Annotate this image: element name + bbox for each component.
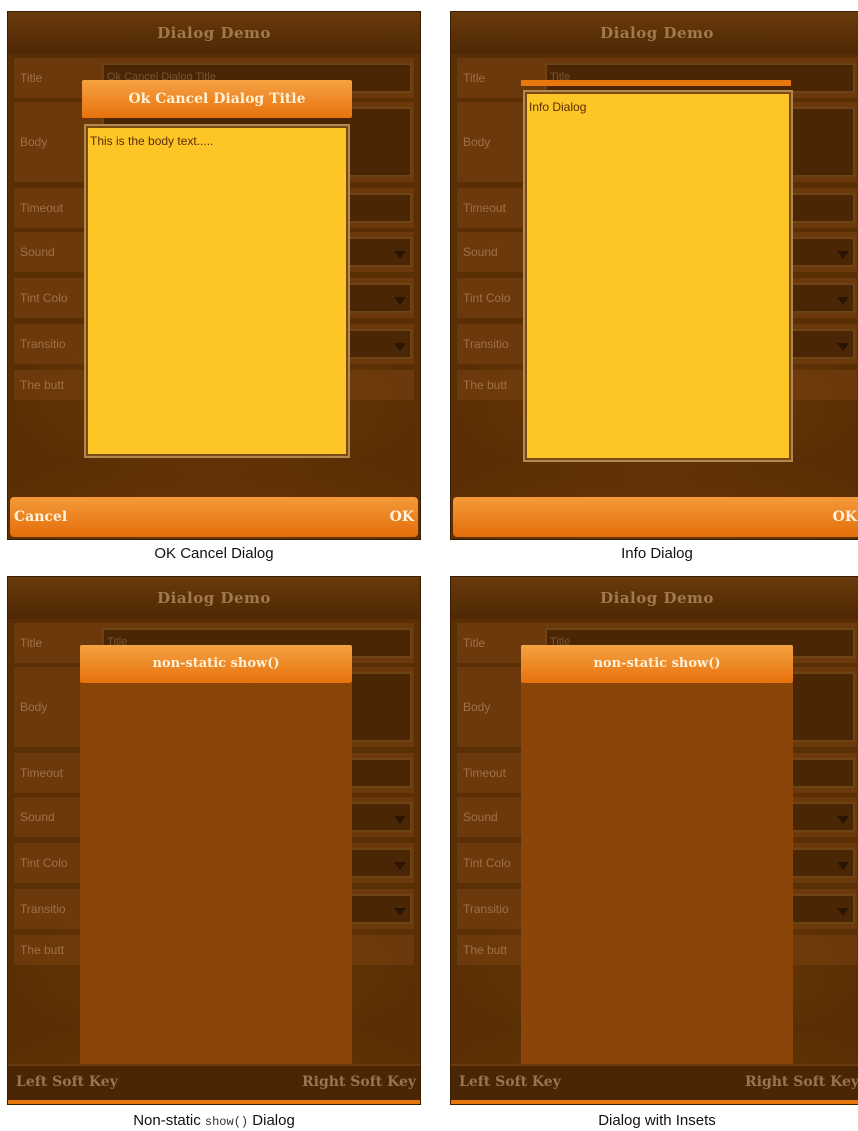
soft-key-bar: Cancel OK — [10, 497, 418, 537]
tint-label: Tint Colo — [463, 291, 511, 305]
tint-label: Tint Colo — [20, 291, 68, 305]
dropdown-arrow-icon[interactable] — [837, 251, 849, 259]
dialog-body — [80, 683, 352, 1064]
left-soft-key[interactable]: Left Soft Key — [16, 1066, 118, 1098]
right-soft-key[interactable]: Right Soft Key — [745, 1066, 858, 1098]
caption-info: Info Dialog — [621, 545, 693, 562]
dropdown-arrow-icon[interactable] — [837, 343, 849, 351]
dropdown-arrow-icon[interactable] — [837, 816, 849, 824]
soft-key-bar: Left Soft Key Right Soft Key — [451, 1064, 858, 1104]
right-soft-key[interactable]: Right Soft Key — [302, 1066, 416, 1098]
caption-non-static: Non-static show() Dialog — [8, 1112, 420, 1129]
app-title: Dialog Demo — [451, 577, 858, 619]
dropdown-arrow-icon[interactable] — [837, 862, 849, 870]
dropdown-arrow-icon[interactable] — [394, 343, 406, 351]
buttons-label: The butt — [463, 378, 508, 392]
left-soft-key[interactable]: Left Soft Key — [459, 1066, 561, 1098]
caption-insets: Dialog with Insets — [598, 1112, 716, 1129]
panel-info: Dialog Demo Title Title Body Timeout Sou… — [451, 12, 858, 539]
body-label: Body — [463, 135, 491, 149]
transition-label: Transitio — [463, 337, 509, 351]
caption-suffix: Dialog — [252, 1112, 295, 1129]
sound-label: Sound — [463, 810, 498, 824]
buttons-label: The butt — [463, 943, 508, 957]
dialog-body: Info Dialog — [525, 92, 791, 460]
dropdown-arrow-icon[interactable] — [394, 862, 406, 870]
dropdown-arrow-icon[interactable] — [837, 297, 849, 305]
app-title: Dialog Demo — [8, 577, 420, 619]
dialog-title: non-static show() — [80, 645, 352, 683]
dialog-title: Ok Cancel Dialog Title — [82, 80, 352, 118]
title-label: Title — [20, 71, 43, 85]
tint-label: Tint Colo — [463, 856, 511, 870]
sound-label: Sound — [463, 245, 498, 259]
caption-ok-cancel: OK Cancel Dialog — [154, 545, 274, 562]
body-label: Body — [463, 700, 491, 714]
transition-label: Transitio — [463, 902, 509, 916]
title-label: Title — [20, 636, 43, 650]
panel-non-static: Dialog Demo Title Title Body Timeout Sou… — [8, 577, 420, 1104]
ok-button[interactable]: OK — [833, 497, 857, 537]
timeout-label: Timeout — [463, 201, 506, 215]
timeout-label: Timeout — [20, 766, 63, 780]
panel-insets: Dialog Demo Title Title Body Timeout Sou… — [451, 577, 858, 1104]
dropdown-arrow-icon[interactable] — [837, 908, 849, 916]
body-label: Body — [20, 135, 48, 149]
timeout-label: Timeout — [463, 766, 506, 780]
dialog-body-text: Info Dialog — [529, 100, 587, 114]
dialog-body-text: This is the body text..... — [90, 134, 214, 148]
title-label: Title — [463, 71, 486, 85]
app-title: Dialog Demo — [451, 12, 858, 54]
buttons-label: The butt — [20, 943, 65, 957]
body-label: Body — [20, 700, 48, 714]
timeout-label: Timeout — [20, 201, 63, 215]
sound-label: Sound — [20, 245, 55, 259]
cancel-button[interactable]: Cancel — [14, 497, 67, 537]
soft-key-bar: Left Soft Key Right Soft Key — [8, 1064, 420, 1104]
ok-button[interactable]: OK — [390, 497, 414, 537]
panel-ok-cancel: Dialog Demo Title Ok Cancel Dialog Title… — [8, 12, 420, 539]
caption-prefix: Non-static — [133, 1112, 201, 1129]
soft-key-bar: OK — [453, 497, 858, 537]
title-label: Title — [463, 636, 486, 650]
dropdown-arrow-icon[interactable] — [394, 816, 406, 824]
dialog-body — [521, 683, 793, 1064]
transition-label: Transitio — [20, 902, 66, 916]
dialog-title-strip — [521, 80, 791, 86]
dropdown-arrow-icon[interactable] — [394, 908, 406, 916]
caption-code: show() — [204, 1115, 249, 1129]
transition-label: Transitio — [20, 337, 66, 351]
sound-label: Sound — [20, 810, 55, 824]
dropdown-arrow-icon[interactable] — [394, 297, 406, 305]
title-field[interactable]: Title — [545, 63, 855, 93]
buttons-label: The butt — [20, 378, 65, 392]
app-title: Dialog Demo — [8, 12, 420, 54]
dialog-title: non-static show() — [521, 645, 793, 683]
tint-label: Tint Colo — [20, 856, 68, 870]
dialog-body: This is the body text..... — [86, 126, 348, 456]
dropdown-arrow-icon[interactable] — [394, 251, 406, 259]
